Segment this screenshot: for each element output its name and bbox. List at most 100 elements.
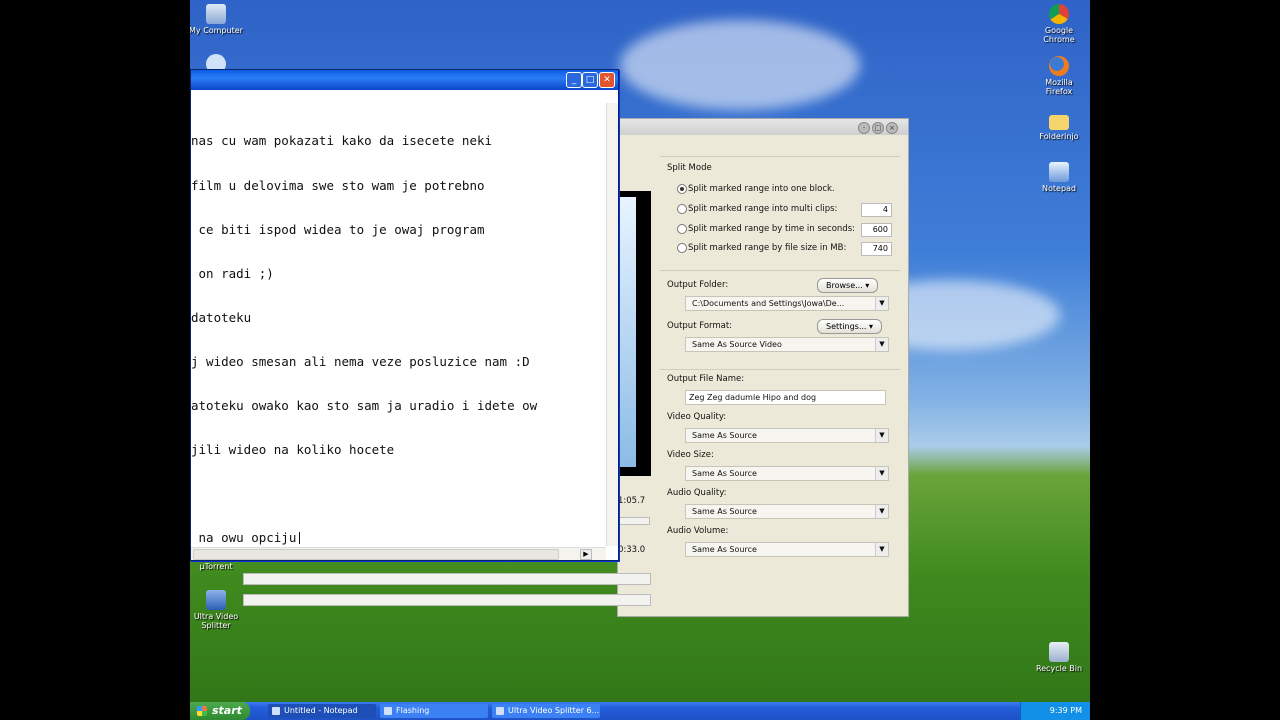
desktop-icon-chrome[interactable]: Google Chrome <box>1031 4 1087 44</box>
firefox-icon <box>1049 56 1069 76</box>
chevron-down-icon: ▼ <box>875 429 888 442</box>
system-tray: 9:39 PM <box>1020 702 1090 720</box>
radio-by-time[interactable] <box>677 224 687 234</box>
clock[interactable]: 9:39 PM <box>1050 706 1082 715</box>
close-icon[interactable]: × <box>886 122 898 134</box>
horizontal-scrollbar[interactable]: ▶ <box>191 547 606 560</box>
maximize-icon[interactable]: □ <box>582 72 598 88</box>
desktop-icon-notepad[interactable]: Notepad <box>1031 162 1087 193</box>
desktop-icon-recycle-bin[interactable]: Recycle Bin <box>1031 642 1087 673</box>
audio-quality-value: Same As Source <box>692 507 757 516</box>
minimize-icon[interactable]: - <box>858 122 870 134</box>
chrome-icon <box>1049 4 1069 24</box>
radio-multi-clips[interactable] <box>677 204 687 214</box>
video-quality-select[interactable]: Same As Source ▼ <box>685 428 889 443</box>
audio-quality-select[interactable]: Same As Source ▼ <box>685 504 889 519</box>
audio-volume-select[interactable]: Same As Source ▼ <box>685 542 889 557</box>
file-size-input[interactable]: 740 <box>861 242 892 256</box>
chevron-down-icon: ▼ <box>875 467 888 480</box>
text-line: ce biti ispod widea to je owaj program <box>191 221 485 237</box>
task-flashing[interactable]: Flashing <box>380 704 488 718</box>
chevron-down-icon: ▼ <box>875 297 888 310</box>
text-line: atoteku owako kao sto sam ja uradio i id… <box>191 397 538 413</box>
taskbar: start Untitled - Notepad Flashing Ultra … <box>190 702 1090 720</box>
icon-label: Mozilla Firefox <box>1045 78 1073 96</box>
icon-label: Notepad <box>1042 184 1076 193</box>
scroll-thumb[interactable] <box>193 549 559 560</box>
text-line: na owu opciju <box>191 530 297 546</box>
text-line: j wideo smesan ali nema veze posluzice n… <box>191 353 530 369</box>
option-by-time-label: Split marked range by time in seconds: <box>688 224 855 234</box>
chevron-down-icon: ▼ <box>875 338 888 351</box>
browse-button-label: Browse... <box>826 281 863 290</box>
split-mode-label: Split Mode <box>667 163 712 173</box>
text-line: jili wideo na koliko hocete <box>191 442 395 458</box>
video-size-value: Same As Source <box>692 469 757 478</box>
output-format-value: Same As Source Video <box>692 340 782 349</box>
computer-icon <box>206 4 226 24</box>
desktop-icon-folder[interactable]: Folderinjo <box>1031 112 1087 141</box>
splitter-icon <box>206 590 226 610</box>
splitter-icon <box>496 707 504 715</box>
splitter-title-bar[interactable]: - □ × <box>618 119 908 135</box>
notepad-icon <box>1049 162 1069 182</box>
chevron-down-icon: ▼ <box>875 505 888 518</box>
output-folder-select[interactable]: C:\Documents and Settings\Jowa\De... ▼ <box>685 296 889 311</box>
video-preview <box>618 191 651 476</box>
desktop-icon-firefox[interactable]: Mozilla Firefox <box>1031 56 1087 96</box>
text-line: datoteku <box>191 309 252 325</box>
section-divider <box>660 369 900 370</box>
output-file-name-input[interactable]: Zeg Zeg dadumle Hipo and dog <box>685 390 886 405</box>
text-line-with-caret: na owu opciju <box>191 530 606 546</box>
audio-quality-label: Audio Quality: <box>667 488 727 498</box>
text-line: on radi ;) <box>191 265 274 281</box>
audio-volume-value: Same As Source <box>692 545 757 554</box>
audio-volume-label: Audio Volume: <box>667 526 729 536</box>
section-divider <box>660 270 900 271</box>
notepad-title-bar[interactable]: _ □ ✕ <box>191 70 618 90</box>
option-multi-clips-label: Split marked range into multi clips: <box>688 204 838 214</box>
vertical-scrollbar[interactable] <box>606 103 618 546</box>
text-line: film u delovima swe sto wam je potrebno <box>191 177 485 193</box>
task-label: Ultra Video Splitter 6.... <box>508 706 600 715</box>
icon-label: Ultra Video Splitter <box>193 612 239 630</box>
task-ultra-video-splitter[interactable]: Ultra Video Splitter 6.... <box>492 704 600 718</box>
task-label: Untitled - Notepad <box>284 706 358 715</box>
notepad-icon <box>272 707 280 715</box>
chevron-down-icon: ▼ <box>875 543 888 556</box>
output-folder-label: Output Folder: <box>667 280 729 290</box>
minimize-icon[interactable]: _ <box>566 72 582 88</box>
progress-bar-total <box>243 594 651 606</box>
settings-button-label: Settings... <box>826 322 867 331</box>
start-label: start <box>212 704 242 717</box>
notepad-window: _ □ ✕ nas cu wam pokazati kako da isecet… <box>190 69 619 561</box>
maximize-icon[interactable]: □ <box>872 122 884 134</box>
windows-flag-icon <box>197 706 207 716</box>
video-size-select[interactable]: Same As Source ▼ <box>685 466 889 481</box>
browse-button[interactable]: Browse... ▾ <box>817 278 879 293</box>
text-caret <box>299 532 301 545</box>
output-format-label: Output Format: <box>667 321 733 331</box>
radio-by-size[interactable] <box>677 243 687 253</box>
video-size-label: Video Size: <box>667 450 714 460</box>
desktop-icon-my-computer[interactable]: My Computer <box>190 4 244 35</box>
folder-icon <box>1049 115 1069 130</box>
sky-cloud <box>620 20 860 110</box>
notepad-text-area[interactable]: nas cu wam pokazati kako da isecete neki… <box>191 105 606 575</box>
start-button[interactable]: start <box>190 702 250 720</box>
multi-clips-count[interactable]: 4 <box>861 203 892 217</box>
radio-one-block[interactable] <box>677 184 687 194</box>
settings-button[interactable]: Settings... ▾ <box>817 319 883 334</box>
output-format-select[interactable]: Same As Source Video ▼ <box>685 337 889 352</box>
close-icon[interactable]: ✕ <box>599 72 615 88</box>
option-one-block-label: Split marked range into one block. <box>688 184 835 194</box>
output-folder-value: C:\Documents and Settings\Jowa\De... <box>692 299 845 308</box>
time-seconds-input[interactable]: 600 <box>861 223 892 237</box>
icon-label: Google Chrome <box>1043 26 1075 44</box>
task-notepad[interactable]: Untitled - Notepad <box>268 704 376 718</box>
text-line: nas cu wam pokazati kako da isecete neki <box>191 133 493 149</box>
text-line <box>191 487 606 502</box>
desktop-icon-ultra-video-splitter[interactable]: Ultra Video Splitter <box>190 590 244 630</box>
seek-slider[interactable] <box>618 517 650 525</box>
chevron-right-icon[interactable]: ▶ <box>580 549 592 560</box>
